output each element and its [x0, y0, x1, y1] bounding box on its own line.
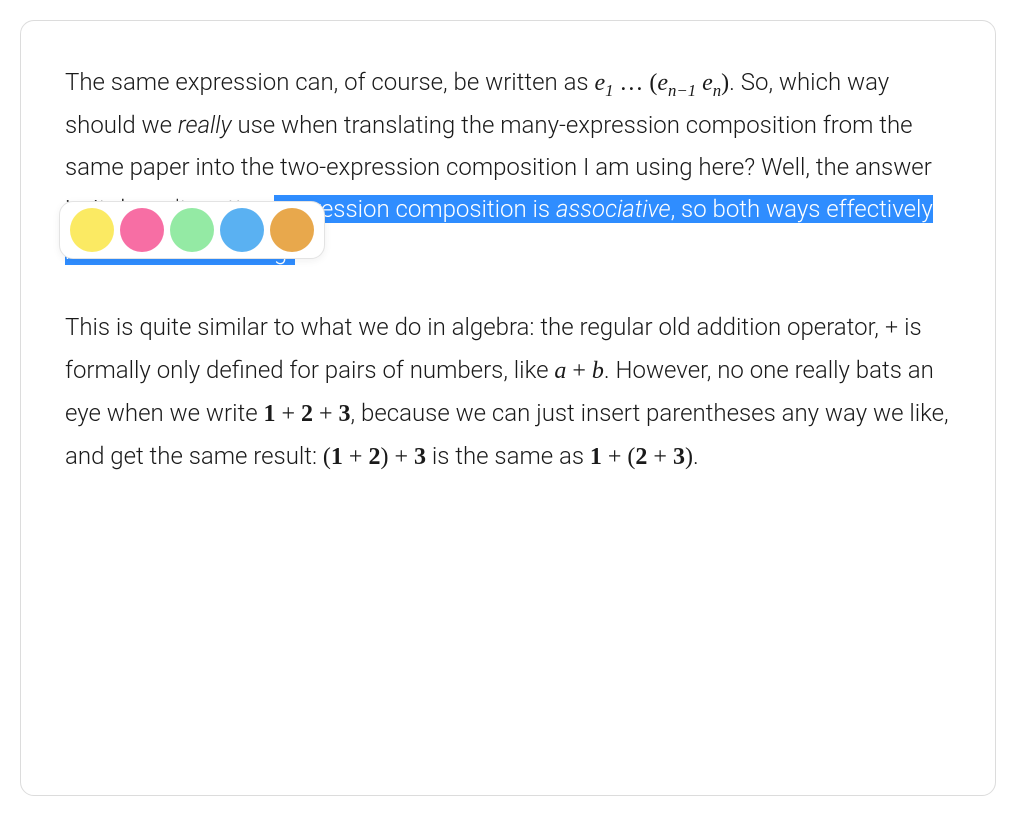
math-var-e3: e: [702, 70, 713, 96]
math-num: 3: [414, 444, 426, 470]
math-rparen: ): [721, 70, 729, 96]
emphasis: really: [178, 111, 232, 139]
math-var-b: b: [592, 358, 604, 384]
math-plus: +: [885, 315, 899, 341]
math-sub: n: [713, 81, 721, 100]
paragraph-2: This is quite similar to what we do in a…: [65, 306, 951, 478]
math-ellipsis: …: [619, 70, 649, 96]
math-num: 1: [590, 444, 602, 470]
highlight-color-pink[interactable]: [120, 208, 164, 252]
highlight-color-green[interactable]: [170, 208, 214, 252]
math-var-a: a: [554, 358, 566, 384]
math-num: 1: [263, 401, 275, 427]
math-num: 2: [301, 401, 313, 427]
highlight-color-palette[interactable]: [59, 201, 325, 259]
math-sub: 1: [605, 81, 613, 100]
math-sub: n−1: [668, 81, 696, 100]
math-plus: +: [343, 444, 369, 470]
text: .: [693, 442, 699, 470]
document-card: The same expression can, of course, be w…: [20, 20, 996, 796]
highlight-emphasis: associative: [556, 195, 671, 223]
highlight-color-blue[interactable]: [220, 208, 264, 252]
math-rparen: ): [685, 444, 693, 470]
math-plus: +: [388, 444, 414, 470]
math-num: 3: [339, 401, 351, 427]
highlight-color-yellow[interactable]: [70, 208, 114, 252]
math-plus: +: [566, 358, 592, 384]
math-plus: +: [275, 401, 301, 427]
math-num: 3: [673, 444, 685, 470]
math-plus: +: [313, 401, 339, 427]
math-plus: +: [647, 444, 673, 470]
math-num: 1: [331, 444, 343, 470]
highlight-color-orange[interactable]: [270, 208, 314, 252]
math-lparen: (: [323, 444, 331, 470]
text: The same expression can, of course, be w…: [65, 68, 594, 96]
text: This is quite similar to what we do in a…: [65, 313, 885, 341]
math-plus: +: [602, 444, 628, 470]
math-var-e2: e: [657, 70, 668, 96]
math-var-e1: e: [594, 70, 605, 96]
text: is the same as: [426, 442, 590, 470]
math-num: 2: [635, 444, 647, 470]
math-num: 2: [368, 444, 380, 470]
